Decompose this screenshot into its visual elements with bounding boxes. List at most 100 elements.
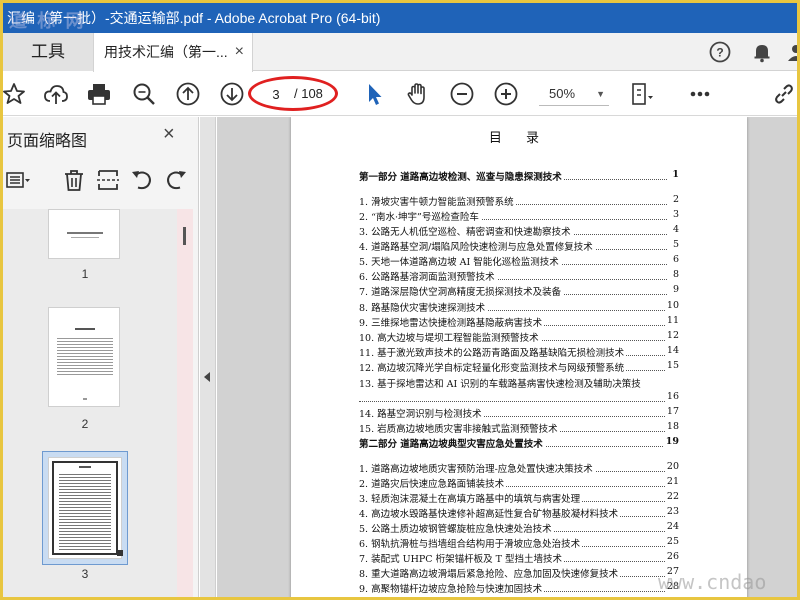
toc-entry-page: 23	[664, 506, 679, 517]
page-navigation: / 108	[256, 80, 334, 108]
page-thumbnail-label: 1	[81, 267, 89, 281]
toc-entry-page: 27	[664, 566, 679, 577]
next-page-icon[interactable]	[219, 81, 245, 107]
toc-entry[interactable]: 1. 道路高边坡地质灾害预防治理-应急处置快速决策技术 20	[359, 461, 679, 475]
toc-entry-text: 6. 钢轨抗滑桩与挡墙组合结构用于滑坡应急处治技术	[359, 536, 583, 550]
toc-entry-page: 11	[664, 315, 679, 326]
page-thumbnail-1[interactable]	[48, 209, 120, 259]
bookmark-star-icon[interactable]	[3, 81, 27, 107]
toc-entry[interactable]: 3. 轻质泡沫混凝土在高填方路基中的填筑与病害处理 22	[359, 491, 679, 505]
toc-entry[interactable]: 15. 岩质高边坡地质灾害非接触式监测预警技术 18	[359, 421, 679, 435]
pdf-page: 目 录 第一部分 道路高边坡检测、巡查与隐患探测技术 1 1. 滑坡灾害牛顿力智能监…	[291, 117, 747, 597]
scrollbar-thumb[interactable]	[183, 227, 186, 245]
thumbnail-scrollbar[interactable]	[177, 209, 193, 597]
toc-entry-page: 22	[664, 491, 679, 502]
toc-entry[interactable]: 1. 滑坡灾害牛顿力智能监测预警系统 2	[359, 194, 679, 208]
toc-entry[interactable]: 16	[359, 391, 679, 405]
toc-entry-page: 3	[670, 209, 679, 220]
toc-entry[interactable]: 12. 高边坡沉降光学自标定轻量化形变监测技术与网级预警系统 15	[359, 360, 679, 374]
rotate-right-icon[interactable]	[163, 167, 189, 193]
tab-document-label: 用技术汇编（第一...	[104, 44, 228, 60]
toc-entry[interactable]: 5. 公路土质边坡钢管螺旋桩应急快速处治技术 24	[359, 521, 679, 535]
toc-entry-text: 11. 基于激光致声技术的公路沥青路面及路基缺陷无损检测技术	[359, 345, 627, 359]
toc-entry[interactable]: 11. 基于激光致声技术的公路沥青路面及路基缺陷无损检测技术 14	[359, 345, 679, 359]
delete-page-icon[interactable]	[61, 167, 87, 193]
toc-entry[interactable]: 7. 道路深层隐伏空洞高精度无损探测技术及装备 9	[359, 284, 679, 298]
page-thumbnail-3[interactable]	[48, 457, 123, 559]
chevron-left-icon	[204, 372, 210, 382]
toc-entry[interactable]: 6. 钢轨抗滑桩与挡墙组合结构用于滑坡应急处治技术 25	[359, 536, 679, 550]
account-icon[interactable]	[785, 41, 797, 63]
toc-entry-page: 9	[670, 284, 679, 295]
toc-entry[interactable]: 5. 天地一体道路高边坡 AI 智能化巡检监测技术 6	[359, 254, 679, 268]
toc-entry-text: 1. 道路高边坡地质灾害预防治理-应急处置快速决策技术	[359, 461, 595, 475]
share-link-icon[interactable]	[771, 81, 797, 107]
more-tools-icon[interactable]	[687, 81, 713, 107]
toc-entry-page: 10	[664, 300, 679, 311]
toc-entry-page: 17	[664, 406, 679, 417]
toc-entry-text: 1. 滑坡灾害牛顿力智能监测预警系统	[359, 194, 516, 208]
toc-entry-page: 20	[664, 461, 679, 472]
toc-entry[interactable]: 7. 装配式 UHPC 桁架锚杆板及 T 型挡土墙技术 26	[359, 551, 679, 565]
page-thumbnail-label: 3	[81, 567, 89, 581]
toc-entry-text: 14. 路基空洞识别与检测技术	[359, 406, 484, 420]
toc-entry-page: 24	[664, 521, 679, 532]
toc-entry[interactable]: 3. 公路无人机低空巡检、精密调查和快速勘察技术 4	[359, 224, 679, 238]
page-display-icon[interactable]	[629, 81, 655, 107]
toc-entry-text: 13. 基于探地雷达和 AI 识别的车载路基病害快速检测及辅助决策技	[359, 376, 643, 390]
search-icon[interactable]	[131, 81, 157, 107]
zoom-out-icon[interactable]	[449, 81, 475, 107]
page-number-input[interactable]	[264, 84, 288, 104]
toc-entry[interactable]: 4. 高边坡水毁路基快速修补超高延性复合矿物基胶凝材料技术 23	[359, 506, 679, 520]
toc-entry-page: 1	[670, 169, 679, 180]
previous-page-icon[interactable]	[175, 81, 201, 107]
toc-entry-text: 8. 重大道路高边坡滑塌后紧急抢险、应急加固及快速修复技术	[359, 566, 621, 580]
toc-entry-page: 26	[664, 551, 679, 562]
toc-entry[interactable]: 9. 三维探地雷达快捷检测路基隐蔽病害技术 11	[359, 315, 679, 329]
zoom-select[interactable]: 50% ▼	[539, 82, 609, 106]
toc-entry-text: 4. 高边坡水毁路基快速修补超高延性复合矿物基胶凝材料技术	[359, 506, 621, 520]
toc-entry-text: 15. 岩质高边坡地质灾害非接触式监测预警技术	[359, 421, 560, 435]
toc-entry[interactable]: 第二部分 道路高边坡典型灾害应急处置技术 19	[359, 436, 679, 450]
panel-title: 页面缩略图	[7, 133, 88, 150]
tab-bar: 工具 用技术汇编（第一... × ?	[3, 33, 797, 72]
toc-leader-dots	[359, 401, 667, 402]
toc-entry-text: 7. 道路深层隐伏空洞高精度无损探测技术及装备	[359, 284, 564, 298]
tab-close-button[interactable]: ×	[235, 33, 244, 71]
title-bar: 汇编（第一批）-交通运输部.pdf - Adobe Acrobat Pro (6…	[3, 3, 797, 33]
cloud-upload-icon[interactable]	[43, 81, 69, 107]
toc-entry-text: 2. 道路灾后快速应急路面铺装技术	[359, 476, 507, 490]
bell-icon[interactable]	[751, 41, 773, 63]
panel-close-button[interactable]: ×	[163, 123, 175, 146]
toc-entry[interactable]: 8. 路基隐伏灾害快速探测技术 10	[359, 300, 679, 314]
rotate-left-icon[interactable]	[129, 167, 155, 193]
toc-entry[interactable]: 14. 路基空洞识别与检测技术 17	[359, 406, 679, 420]
page-thumbnail-2[interactable]	[48, 307, 120, 407]
print-icon[interactable]	[86, 81, 112, 107]
toc-entry[interactable]: 第一部分 道路高边坡检测、巡查与隐患探测技术 1	[359, 169, 679, 183]
document-viewer[interactable]: 目 录 第一部分 道路高边坡检测、巡查与隐患探测技术 1 1. 滑坡灾害牛顿力智能监…	[217, 117, 797, 597]
extract-page-icon[interactable]	[95, 167, 121, 193]
toc-entry-text: 7. 装配式 UHPC 桁架锚杆板及 T 型挡土墙技术	[359, 551, 564, 565]
tab-document[interactable]: 用技术汇编（第一... ×	[93, 33, 253, 72]
toc-entry[interactable]: 6. 公路路基溶洞面监测预警技术 8	[359, 269, 679, 283]
toolbar: / 108 50% ▼	[3, 72, 797, 116]
toc-entry[interactable]: 2. 道路灾后快速应急路面铺装技术 21	[359, 476, 679, 490]
toc-entry-page: 25	[664, 536, 679, 547]
toc-entry[interactable]: 8. 重大道路高边坡滑塌后紧急抢险、应急加固及快速修复技术 27	[359, 566, 679, 580]
toc-entry-text: 4. 道路路基空洞/塌陷风险快速检测与应急处置修复技术	[359, 239, 595, 253]
help-icon[interactable]: ?	[709, 41, 731, 63]
zoom-in-icon[interactable]	[493, 81, 519, 107]
toc-entry[interactable]: 9. 高聚物锚杆边坡应急抢险与快速加固技术 28	[359, 581, 679, 595]
hand-tool-icon[interactable]	[405, 81, 431, 107]
panel-collapse-handle[interactable]	[200, 117, 216, 597]
toc-entry[interactable]: 2. “南水·坤宇”号巡检查险车 3	[359, 209, 679, 223]
options-menu-icon[interactable]	[5, 167, 31, 193]
toc-entry[interactable]: 4. 道路路基空洞/塌陷风险快速检测与应急处置修复技术 5	[359, 239, 679, 253]
zoom-value: 50%	[549, 86, 576, 101]
toc-entry[interactable]: 13. 基于探地雷达和 AI 识别的车载路基病害快速检测及辅助决策技	[359, 376, 679, 390]
toc-entry[interactable]: 10. 高大边坡与堤坝工程智能监测预警技术 12	[359, 330, 679, 344]
tab-tools[interactable]: 工具	[3, 33, 93, 71]
select-cursor-icon[interactable]	[361, 81, 387, 107]
toc-entry-text: 9. 高聚物锚杆边坡应急抢险与快速加固技术	[359, 581, 545, 595]
